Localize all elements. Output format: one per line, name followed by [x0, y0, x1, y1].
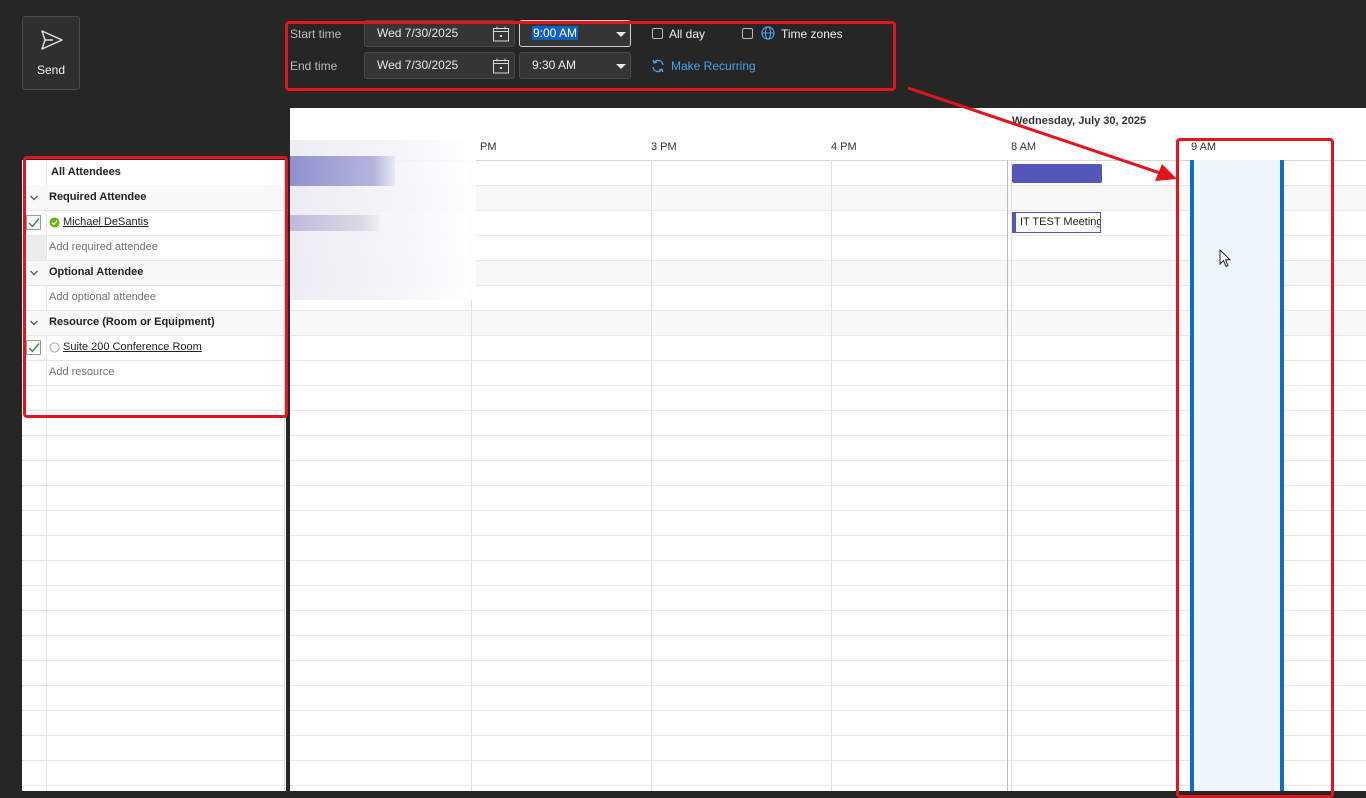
highlight-box-attendees: [23, 156, 288, 418]
highlight-box-selected-time: [1176, 138, 1334, 798]
annotation-arrow: [907, 86, 1177, 181]
hour-label: 3 PM: [651, 141, 677, 153]
send-icon: [40, 29, 64, 51]
highlight-box-time-fields: [285, 21, 896, 91]
redacted-busy-block: [290, 156, 395, 186]
hour-label: 4 PM: [831, 141, 857, 153]
hour-label: PM: [480, 141, 497, 153]
send-label: Send: [36, 63, 66, 77]
event-title: IT TEST Meeting: [1020, 216, 1101, 228]
event-block[interactable]: IT TEST Meeting: [1012, 212, 1101, 233]
send-button[interactable]: Send: [22, 16, 80, 90]
redacted-busy-block: [290, 215, 380, 231]
